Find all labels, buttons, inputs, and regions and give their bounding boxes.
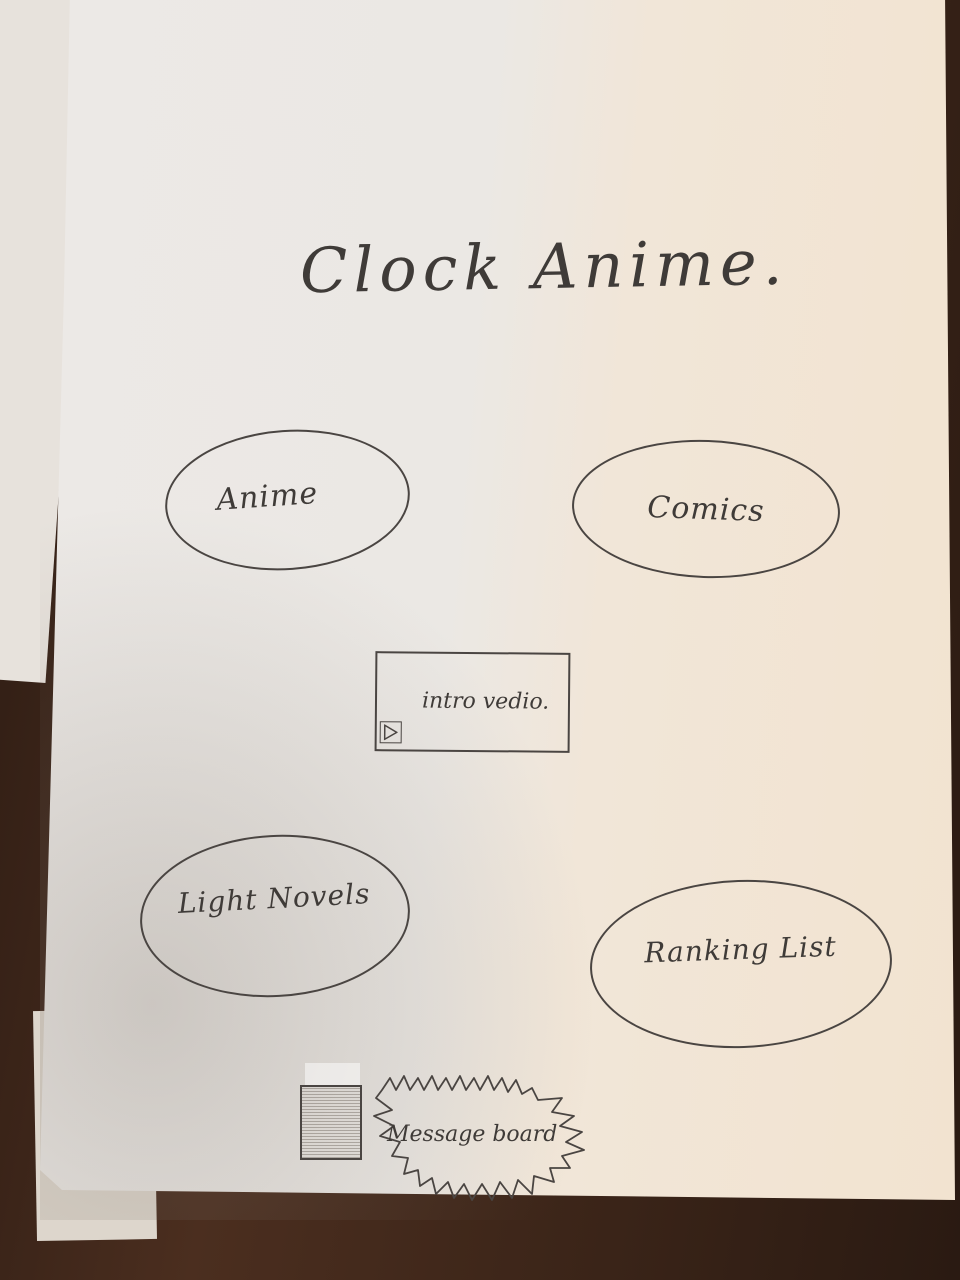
anime-button-label: Anime: [215, 475, 320, 518]
intro-video-label: intro vedio.: [421, 688, 550, 715]
message-board-button[interactable]: Message board: [362, 1070, 597, 1205]
message-board-label: Message board: [387, 1122, 558, 1147]
page-title: Clock Anime.: [299, 225, 789, 308]
intro-video-player[interactable]: intro vedio.: [374, 651, 571, 753]
light-novels-button-label: Light Novels: [176, 877, 372, 921]
scroll-highlight: [305, 1063, 360, 1085]
comics-button-label: Comics: [646, 489, 766, 529]
play-icon[interactable]: [379, 721, 402, 744]
ranking-list-button-label: Ranking List: [643, 929, 838, 969]
message-scroll-panel[interactable]: [300, 1085, 362, 1160]
photo-background: Clock Anime. Anime Comics intro vedio. L…: [0, 0, 960, 1280]
